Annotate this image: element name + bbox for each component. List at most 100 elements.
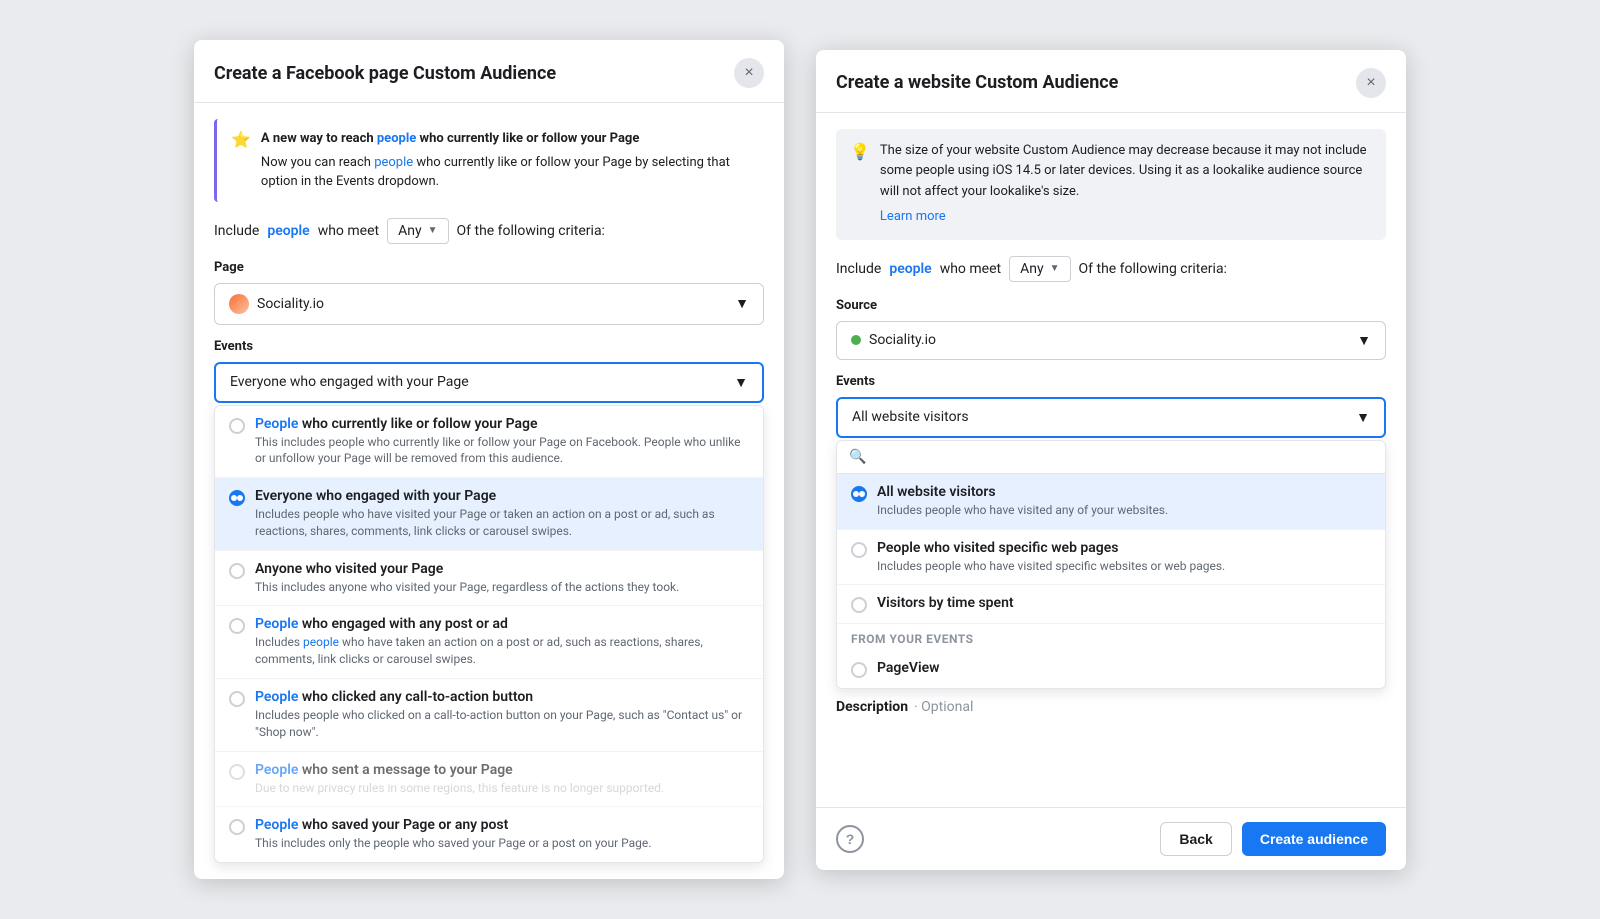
left-modal-body: ⭐ A new way to reach people who currentl… xyxy=(194,103,784,879)
dropdown-search-container: 🔍 xyxy=(837,441,1385,474)
people-link-1: People xyxy=(255,416,298,432)
source-status-dot xyxy=(851,335,861,345)
dropdown-item-all-visitors[interactable]: All website visitors Includes people who… xyxy=(837,474,1385,530)
left-info-banner: ⭐ A new way to reach people who currentl… xyxy=(214,119,764,202)
left-modal-close-button[interactable]: × xyxy=(734,58,764,88)
radio-specific-pages[interactable] xyxy=(851,542,867,558)
dropdown-item-cta[interactable]: People who clicked any call-to-action bu… xyxy=(215,679,763,752)
people-link-6: People xyxy=(255,762,298,778)
events-select-left[interactable]: Everyone who engaged with your Page ▼ xyxy=(214,362,764,403)
description-optional: · Optional xyxy=(914,699,973,715)
right-modal-body: 💡 The size of your website Custom Audien… xyxy=(816,113,1406,807)
dropdown-item-time-spent[interactable]: Visitors by time spent xyxy=(837,585,1385,624)
left-page-section: Page Sociality.io ▼ xyxy=(214,260,764,325)
events-selected-value: Everyone who engaged with your Page xyxy=(230,374,469,390)
criteria-any-value: Any xyxy=(398,223,422,239)
radio-like-follow[interactable] xyxy=(229,418,245,434)
dropdown-item-all-visitors-desc: Includes people who have visited any of … xyxy=(877,502,1168,519)
right-modal-header: Create a website Custom Audience × xyxy=(816,50,1406,113)
dropdown-item-post-engagement[interactable]: People who engaged with any post or ad I… xyxy=(215,606,763,679)
learn-more-link[interactable]: Learn more xyxy=(880,207,1372,228)
banner-body-people-link[interactable]: people xyxy=(374,155,413,170)
right-notice-text: The size of your website Custom Audience… xyxy=(880,141,1372,228)
dropdown-item-specific-pages-title: People who visited specific web pages xyxy=(877,540,1225,556)
description-label: Description xyxy=(836,699,908,715)
radio-time-spent[interactable] xyxy=(851,597,867,613)
dropdown-item-visited[interactable]: Anyone who visited your Page This includ… xyxy=(215,551,763,607)
dropdown-item-message[interactable]: People who sent a message to your Page D… xyxy=(215,752,763,808)
dropdown-item-pageview[interactable]: PageView xyxy=(837,650,1385,688)
source-select[interactable]: Sociality.io ▼ xyxy=(836,321,1386,360)
dropdown-item-engaged[interactable]: Everyone who engaged with your Page Incl… xyxy=(215,478,763,551)
right-modal-close-button[interactable]: × xyxy=(1356,68,1386,98)
right-criteria-any-dropdown[interactable]: Any ▼ xyxy=(1009,256,1070,282)
criteria-any-dropdown[interactable]: Any ▼ xyxy=(387,218,448,244)
dropdown-item-visited-title: Anyone who visited your Page xyxy=(255,561,679,577)
page-label: Page xyxy=(214,260,764,275)
source-select-inner: Sociality.io xyxy=(851,332,936,348)
chevron-down-icon: ▼ xyxy=(428,225,438,236)
left-modal-title: Create a Facebook page Custom Audience xyxy=(214,63,556,84)
dropdown-item-pageview-title: PageView xyxy=(877,660,940,676)
dropdown-item-engaged-title: Everyone who engaged with your Page xyxy=(255,488,749,504)
dropdown-item-like-follow[interactable]: People who currently like or follow your… xyxy=(215,406,763,479)
criteria-middle: who meet xyxy=(318,223,379,239)
dropdown-item-time-spent-text: Visitors by time spent xyxy=(877,595,1014,613)
radio-saved[interactable] xyxy=(229,819,245,835)
right-notice-banner: 💡 The size of your website Custom Audien… xyxy=(836,129,1386,240)
dropdown-item-engaged-desc: Includes people who have visited your Pa… xyxy=(255,506,749,540)
radio-visited[interactable] xyxy=(229,563,245,579)
right-modal-title: Create a website Custom Audience xyxy=(836,72,1118,93)
dropdown-item-visited-text: Anyone who visited your Page This includ… xyxy=(255,561,679,596)
dropdown-item-specific-pages[interactable]: People who visited specific web pages In… xyxy=(837,530,1385,586)
radio-cta[interactable] xyxy=(229,691,245,707)
dropdown-item-saved[interactable]: People who saved your Page or any post T… xyxy=(215,807,763,862)
page-icon xyxy=(229,294,249,314)
right-criteria-prefix: Include xyxy=(836,261,881,277)
dropdown-item-message-desc: Due to new privacy rules in some regions… xyxy=(255,780,664,797)
dropdown-item-pageview-text: PageView xyxy=(877,660,940,678)
people-link-4b: people xyxy=(303,635,339,649)
radio-all-visitors[interactable] xyxy=(851,486,867,502)
dropdown-item-saved-desc: This includes only the people who saved … xyxy=(255,835,651,852)
dropdown-item-post-engagement-title: People who engaged with any post or ad xyxy=(255,616,749,632)
radio-message[interactable] xyxy=(229,764,245,780)
page-select[interactable]: Sociality.io ▼ xyxy=(214,283,764,325)
left-modal: Create a Facebook page Custom Audience ×… xyxy=(194,40,784,879)
radio-pageview[interactable] xyxy=(851,662,867,678)
right-events-dropdown-list: 🔍 All website visitors Includes people w… xyxy=(836,440,1386,690)
left-events-dropdown-list: People who currently like or follow your… xyxy=(214,405,764,864)
dropdown-item-visited-desc: This includes anyone who visited your Pa… xyxy=(255,579,679,596)
dropdown-search-input[interactable] xyxy=(874,449,1373,465)
left-banner-text: A new way to reach people who currently … xyxy=(261,129,750,192)
dropdown-item-like-follow-text: People who currently like or follow your… xyxy=(255,416,749,468)
back-button[interactable]: Back xyxy=(1160,822,1231,856)
help-button[interactable]: ? xyxy=(836,825,864,853)
dropdown-item-time-spent-title: Visitors by time spent xyxy=(877,595,1014,611)
right-modal-footer: ? Back Create audience xyxy=(816,807,1406,870)
right-criteria-people-label: people xyxy=(889,261,931,277)
search-icon: 🔍 xyxy=(849,449,866,465)
dropdown-item-cta-title: People who clicked any call-to-action bu… xyxy=(255,689,749,705)
dropdown-item-message-title: People who sent a message to your Page xyxy=(255,762,664,778)
page-select-inner: Sociality.io xyxy=(229,294,324,314)
dropdown-item-specific-pages-text: People who visited specific web pages In… xyxy=(877,540,1225,575)
star-icon: ⭐ xyxy=(231,130,251,192)
dropdown-item-post-engagement-desc: Includes people who have taken an action… xyxy=(255,634,749,668)
create-audience-button[interactable]: Create audience xyxy=(1242,822,1386,856)
dropdown-item-all-visitors-text: All website visitors Includes people who… xyxy=(877,484,1168,519)
banner-people-link[interactable]: people xyxy=(377,131,416,146)
banner-headline: A new way to reach people who currently … xyxy=(261,131,639,146)
banner-body: Now you can reach people who currently l… xyxy=(261,153,750,192)
footer-actions: Back Create audience xyxy=(1160,822,1386,856)
events-select-right[interactable]: All website visitors ▼ xyxy=(836,397,1386,438)
source-label: Source xyxy=(836,298,1386,313)
radio-post-engagement[interactable] xyxy=(229,618,245,634)
dropdown-item-post-engagement-text: People who engaged with any post or ad I… xyxy=(255,616,749,668)
dropdown-item-all-visitors-title: All website visitors xyxy=(877,484,1168,500)
lightbulb-icon: 💡 xyxy=(850,142,870,161)
right-criteria-middle: who meet xyxy=(940,261,1001,277)
people-link-4: People xyxy=(255,616,298,632)
radio-engaged[interactable] xyxy=(229,490,245,506)
dropdown-item-like-follow-desc: This includes people who currently like … xyxy=(255,434,749,468)
